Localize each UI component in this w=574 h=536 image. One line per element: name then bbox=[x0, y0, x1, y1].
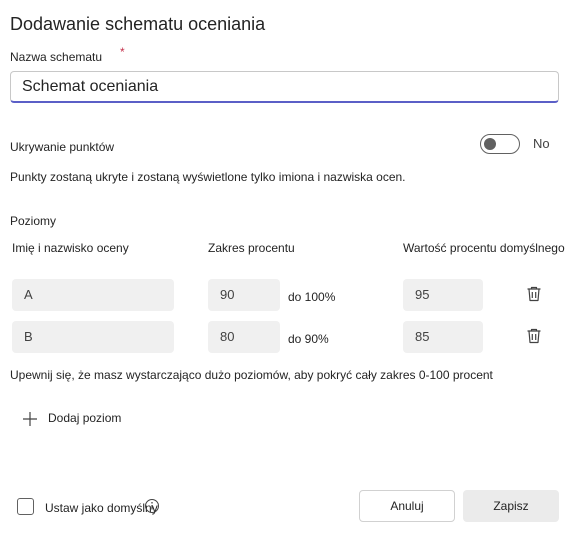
set-default-checkbox[interactable] bbox=[17, 498, 34, 515]
default-value-field[interactable]: 85 bbox=[403, 321, 483, 353]
hide-points-toggle[interactable] bbox=[480, 134, 520, 154]
required-marker: * bbox=[120, 45, 125, 59]
range-to-text: do 100% bbox=[288, 290, 336, 304]
trash-icon[interactable] bbox=[525, 327, 543, 345]
scheme-name-input[interactable] bbox=[10, 71, 559, 103]
cancel-button[interactable]: Anuluj bbox=[359, 490, 455, 522]
scheme-name-label: Nazwa schematu bbox=[10, 50, 103, 64]
level-name-field[interactable]: B bbox=[12, 321, 174, 353]
info-icon[interactable] bbox=[144, 498, 160, 514]
level-name-field[interactable]: A bbox=[12, 279, 174, 311]
column-header-name: Imię i nazwisko oceny bbox=[12, 241, 129, 255]
column-header-default: Wartość procentu domyślnego bbox=[403, 241, 565, 255]
levels-section-label: Poziomy bbox=[10, 214, 57, 228]
range-from-field[interactable]: 80 bbox=[208, 321, 280, 353]
save-button[interactable]: Zapisz bbox=[463, 490, 559, 522]
hide-points-label: Ukrywanie punktów bbox=[10, 140, 115, 154]
dialog-title: Dodawanie schematu oceniania bbox=[10, 14, 266, 34]
toggle-knob bbox=[484, 138, 496, 150]
hide-points-description: Punkty zostaną ukryte i zostaną wyświetl… bbox=[10, 170, 406, 184]
range-to-text: do 90% bbox=[288, 332, 329, 346]
coverage-hint: Upewnij się, że masz wystarczająco dużo … bbox=[10, 368, 493, 382]
toggle-state-text: No bbox=[533, 136, 550, 151]
add-level-label: Dodaj poziom bbox=[48, 411, 122, 425]
trash-icon[interactable] bbox=[525, 285, 543, 303]
range-from-field[interactable]: 90 bbox=[208, 279, 280, 311]
set-default-label: Ustaw jako domyślny bbox=[45, 501, 158, 515]
default-value-field[interactable]: 95 bbox=[403, 279, 483, 311]
column-header-range: Zakres procentu bbox=[208, 241, 295, 255]
plus-icon bbox=[23, 412, 37, 426]
